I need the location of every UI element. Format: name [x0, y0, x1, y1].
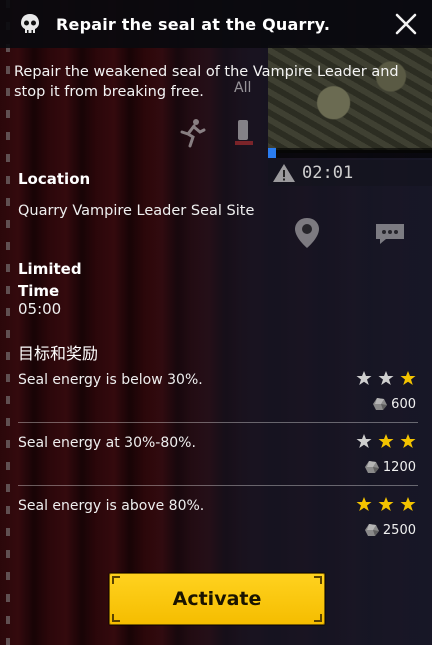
star-filled-icon: [378, 434, 394, 448]
goal-text: Seal energy is below 30%.: [18, 372, 203, 388]
close-icon[interactable]: [392, 10, 420, 38]
goal-row: Seal energy at 30%-80%. 1200: [18, 433, 418, 497]
ore-icon: [364, 524, 379, 536]
activate-label: Activate: [172, 588, 262, 610]
button-corner: [112, 576, 120, 584]
warning-icon: [273, 164, 295, 182]
button-corner: [314, 576, 322, 584]
goal-divider: [18, 422, 418, 423]
goal-reward: 600: [371, 396, 416, 412]
button-corner: [314, 614, 322, 622]
mission-description: Repair the weakened seal of the Vampire …: [14, 64, 399, 100]
button-corner: [112, 614, 120, 622]
star-empty-icon: [356, 434, 372, 448]
running-icon[interactable]: [178, 118, 206, 148]
mission-title: Repair the seal at the Quarry.: [56, 14, 331, 34]
location-pin-icon[interactable]: [292, 216, 322, 250]
activate-button[interactable]: Activate: [109, 573, 325, 625]
ore-icon: [364, 461, 379, 473]
goal-stars: [356, 496, 416, 512]
minimap-progress-fill: [268, 148, 277, 158]
goal-row: Seal energy is below 30%. 600: [18, 370, 418, 434]
star-filled-icon: [400, 371, 416, 385]
mission-header: Repair the seal at the Quarry.: [0, 0, 432, 48]
star-filled-icon: [400, 434, 416, 448]
hud-timer-row: 02:01: [268, 160, 432, 186]
location-value: Quarry Vampire Leader Seal Site: [18, 203, 255, 219]
hud-timer: 02:01: [302, 163, 354, 183]
rewards-heading: 目标和奖励: [18, 344, 99, 363]
minimap-progress-bar: [268, 148, 432, 158]
phone-icon[interactable]: [232, 118, 256, 148]
goal-divider: [18, 485, 418, 486]
reward-amount: 600: [391, 396, 416, 412]
star-empty-icon: [356, 371, 372, 385]
limited-time-label: Limited Time: [18, 260, 82, 300]
location-label: Location: [18, 170, 91, 188]
goal-text: Seal energy is above 80%.: [18, 498, 205, 514]
star-filled-icon: [378, 497, 394, 511]
goal-stars: [356, 433, 416, 449]
skull-icon: [21, 14, 39, 33]
reward-amount: 1200: [382, 459, 416, 475]
goal-stars: [356, 370, 416, 386]
star-filled-icon: [356, 497, 372, 511]
star-filled-icon: [400, 497, 416, 511]
goal-text: Seal energy at 30%-80%.: [18, 435, 196, 451]
goal-reward: 1200: [363, 459, 416, 475]
goal-row: Seal energy is above 80%. 2500: [18, 496, 418, 560]
reward-amount: 2500: [382, 522, 416, 538]
limited-time-value: 05:00: [18, 300, 62, 318]
ore-icon: [373, 398, 388, 410]
goal-reward: 2500: [363, 522, 416, 538]
chat-icon[interactable]: [374, 222, 406, 246]
star-empty-icon: [378, 371, 394, 385]
